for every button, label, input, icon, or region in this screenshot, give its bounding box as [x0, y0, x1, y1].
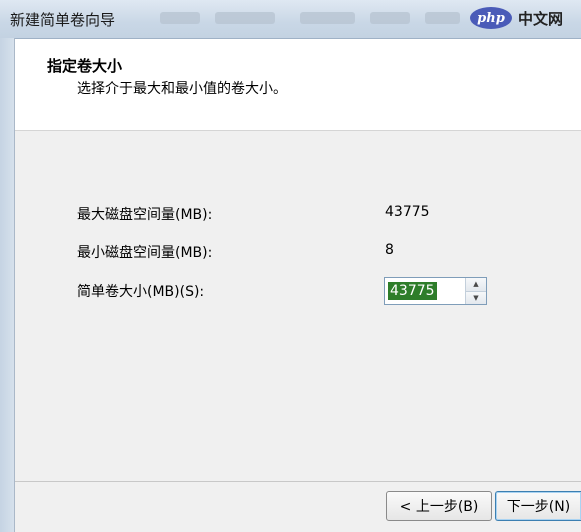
blurred-region [300, 12, 355, 24]
wizard-content: 最大磁盘空间量(MB): 43775 最小磁盘空间量(MB): 8 简单卷大小(… [15, 131, 581, 481]
watermark-logo: php 中文网 [470, 4, 563, 32]
blurred-region [215, 12, 275, 24]
window-title: 新建简单卷向导 [10, 11, 116, 29]
volume-size-stepper[interactable]: 43775 ▲ ▼ [384, 277, 487, 305]
volume-size-input[interactable]: 43775 [388, 282, 437, 300]
back-button[interactable]: < 上一步(B) [386, 491, 492, 521]
volume-size-label: 简单卷大小(MB)(S): [77, 284, 205, 300]
min-size-label: 最小磁盘空间量(MB): [77, 245, 213, 261]
wizard-header: 指定卷大小 选择介于最大和最小值的卷大小。 [15, 39, 581, 131]
button-divider [15, 481, 581, 482]
blurred-region [160, 12, 200, 24]
php-logo: php [470, 7, 512, 29]
page-title: 指定卷大小 [47, 57, 123, 75]
blurred-region [370, 12, 410, 24]
site-name: 中文网 [518, 9, 564, 28]
min-size-value: 8 [385, 242, 394, 258]
stepper-arrows: ▲ ▼ [465, 278, 486, 304]
blurred-region [425, 12, 460, 24]
window-frame-left [0, 38, 15, 532]
max-size-label: 最大磁盘空间量(MB): [77, 207, 213, 223]
page-subtitle: 选择介于最大和最小值的卷大小。 [77, 81, 287, 97]
title-bar[interactable]: 新建简单卷向导 php 中文网 [0, 0, 581, 39]
max-size-value: 43775 [385, 204, 430, 220]
stepper-up-icon[interactable]: ▲ [466, 278, 486, 292]
stepper-down-icon[interactable]: ▼ [466, 291, 486, 304]
next-button[interactable]: 下一步(N) [495, 491, 581, 521]
